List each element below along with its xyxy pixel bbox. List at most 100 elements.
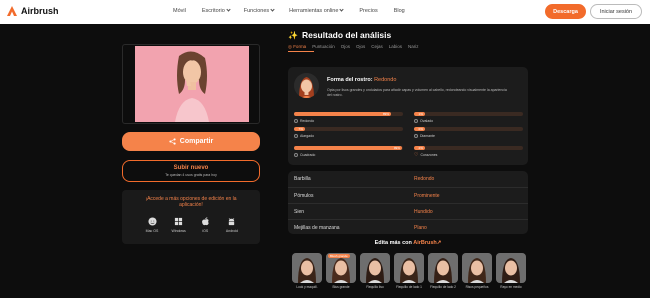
style-tag: Blush grande <box>328 254 350 258</box>
shape-bar-fill: 99% <box>294 146 402 150</box>
app-label: Windows <box>171 229 186 233</box>
image-preview-frame <box>122 44 260 124</box>
tab-ojos-2[interactable]: Ojos <box>356 44 365 50</box>
radio-icon <box>414 119 418 123</box>
shape-bar-percent: 7% <box>298 126 303 131</box>
menu-item-blog[interactable]: Blog <box>394 8 405 14</box>
style-thumbnail-label: Risos pequeños <box>465 285 489 289</box>
app-download-panel: ¡Accede a más opciones de edición en la … <box>122 190 260 244</box>
trait-key: Sien <box>294 209 305 215</box>
tab-ojos[interactable]: Ojos <box>341 44 350 50</box>
face-shape-avatar <box>294 73 319 98</box>
shape-bar-fill: 0% <box>414 127 425 131</box>
share-icon <box>169 138 176 145</box>
style-thumbnail[interactable]: Flequillo liso <box>360 253 390 289</box>
table-row: Barbilla Redondo <box>288 171 528 186</box>
airbrush-logo-icon <box>7 6 17 16</box>
shape-option[interactable]: Cuadrado <box>294 153 315 157</box>
menu-item-escritorio[interactable]: Escritorio <box>201 7 231 14</box>
shape-bar-fill: 7% <box>294 127 305 131</box>
tab-label: Forma <box>293 44 307 49</box>
trait-key: Mejillas de manzana <box>294 225 340 231</box>
edit-more-heading: Edita más con AirBrush↗ <box>288 240 528 246</box>
uploaded-photo <box>135 46 249 122</box>
style-thumbnail[interactable]: Risos pequeños <box>462 253 492 289</box>
style-thumbnail-label: Look y maquill. <box>296 285 318 289</box>
face-shape-value: Redondo <box>374 77 397 83</box>
app-windows[interactable]: Windows <box>169 217 189 233</box>
share-label: Compartir <box>179 138 214 145</box>
tab-puntuacion[interactable]: Puntuación <box>312 44 335 50</box>
table-row: Pómulos Prominente <box>288 187 528 202</box>
face-shape-description: Opta por lisos grandes y ondulados para … <box>327 88 507 97</box>
style-thumbnail[interactable]: Flequillo de lado 1 <box>394 253 424 289</box>
heart-icon: ♡ <box>414 152 419 158</box>
android-icon <box>229 217 235 226</box>
style-thumbnail-image <box>292 253 322 283</box>
sparkle-small-icon: ↗ <box>436 240 442 246</box>
style-thumbnail-image <box>462 253 492 283</box>
app-label: Mac OS <box>145 229 159 233</box>
style-thumbnail[interactable]: Rayo en medio <box>496 253 526 289</box>
shape-bar-track: 2% <box>414 146 523 150</box>
menu-item-label: Escritorio <box>201 8 225 14</box>
shape-bar-percent: 0% <box>418 126 423 131</box>
active-tab-indicator <box>288 51 314 52</box>
style-thumbnail-label: Rayo en medio <box>500 285 522 289</box>
style-thumbnail-image <box>360 253 390 283</box>
menu-item-herramientas[interactable]: Herramientas online <box>289 7 344 14</box>
tab-cejas[interactable]: Cejas <box>371 44 383 50</box>
windows-icon <box>175 217 183 226</box>
upload-new-button[interactable]: Subir nuevo Te quedan 4 usos gratis para… <box>122 160 260 182</box>
analysis-tabs: ◎ Forma Puntuación Ojos Ojos Cejas Labio… <box>288 44 419 50</box>
app-android[interactable]: Android <box>222 217 242 233</box>
table-row: Mejillas de manzana Plano <box>288 219 528 234</box>
tab-labios[interactable]: Labios <box>389 44 402 50</box>
shape-bar-track: 1% <box>414 112 523 116</box>
radio-icon <box>294 119 298 123</box>
radio-icon <box>414 134 418 138</box>
shape-option[interactable]: Redondo <box>294 119 314 123</box>
share-button[interactable]: Compartir <box>122 132 260 151</box>
table-row: Sien Hundido <box>288 203 528 218</box>
main-menu: Móvil Escritorio Funciones Herramientas … <box>173 7 405 14</box>
finder-icon <box>147 217 157 226</box>
download-button[interactable]: Descarga <box>545 4 586 19</box>
menu-item-funciones[interactable]: Funciones <box>244 7 275 14</box>
style-thumbnail-image <box>428 253 458 283</box>
shape-bar-percent: 89% <box>382 111 389 116</box>
tab-forma[interactable]: ◎ Forma <box>288 44 306 50</box>
menu-item-movil[interactable]: Móvil <box>173 8 186 14</box>
radio-icon <box>294 134 298 138</box>
app-label: Android <box>225 229 238 233</box>
style-thumbnail[interactable]: Blush grande Blus grande <box>326 253 356 289</box>
shape-bar-percent: 99% <box>393 145 400 150</box>
sparkle-icon: ✨ <box>288 30 298 40</box>
face-shape-card: Forma del rostro: Redondo Opta por lisos… <box>288 67 528 165</box>
style-thumbnail-label: Blus grande <box>332 285 350 289</box>
face-shape-heading: Forma del rostro: Redondo <box>327 77 396 83</box>
upload-title: Subir nuevo <box>173 165 209 171</box>
brand-logo[interactable]: Airbrush <box>6 5 59 17</box>
shape-option[interactable]: Ovalado <box>414 119 433 123</box>
shape-option[interactable]: Alargado <box>294 134 314 138</box>
shape-option[interactable]: Diamante <box>414 134 435 138</box>
style-thumbnail[interactable]: Flequillo de lado 2 <box>428 253 458 289</box>
style-thumbnail[interactable]: Look y maquill. <box>292 253 322 289</box>
brand-name: Airbrush <box>21 6 59 16</box>
shape-option-label: Ovalado <box>420 119 434 123</box>
login-button[interactable]: Iniciar sesión <box>590 4 642 19</box>
shape-bar-track: 7% <box>294 127 403 131</box>
shape-option-label: Redondo <box>300 119 315 123</box>
shape-option[interactable]: ♡ Corazones <box>414 152 437 158</box>
tab-nariz[interactable]: Nariz <box>408 44 419 50</box>
face-illustration <box>294 73 319 98</box>
shape-option-label: Alargado <box>300 134 315 138</box>
face-shape-key: Forma del rostro: <box>327 77 373 83</box>
app-ios[interactable]: iOS <box>195 217 215 233</box>
menu-item-precios[interactable]: Precios <box>359 8 377 14</box>
chevron-down-icon <box>339 7 344 12</box>
app-macos[interactable]: Mac OS <box>142 217 162 233</box>
edit-prefix: Edita más con <box>374 240 412 246</box>
trait-value: Plano <box>414 225 427 231</box>
